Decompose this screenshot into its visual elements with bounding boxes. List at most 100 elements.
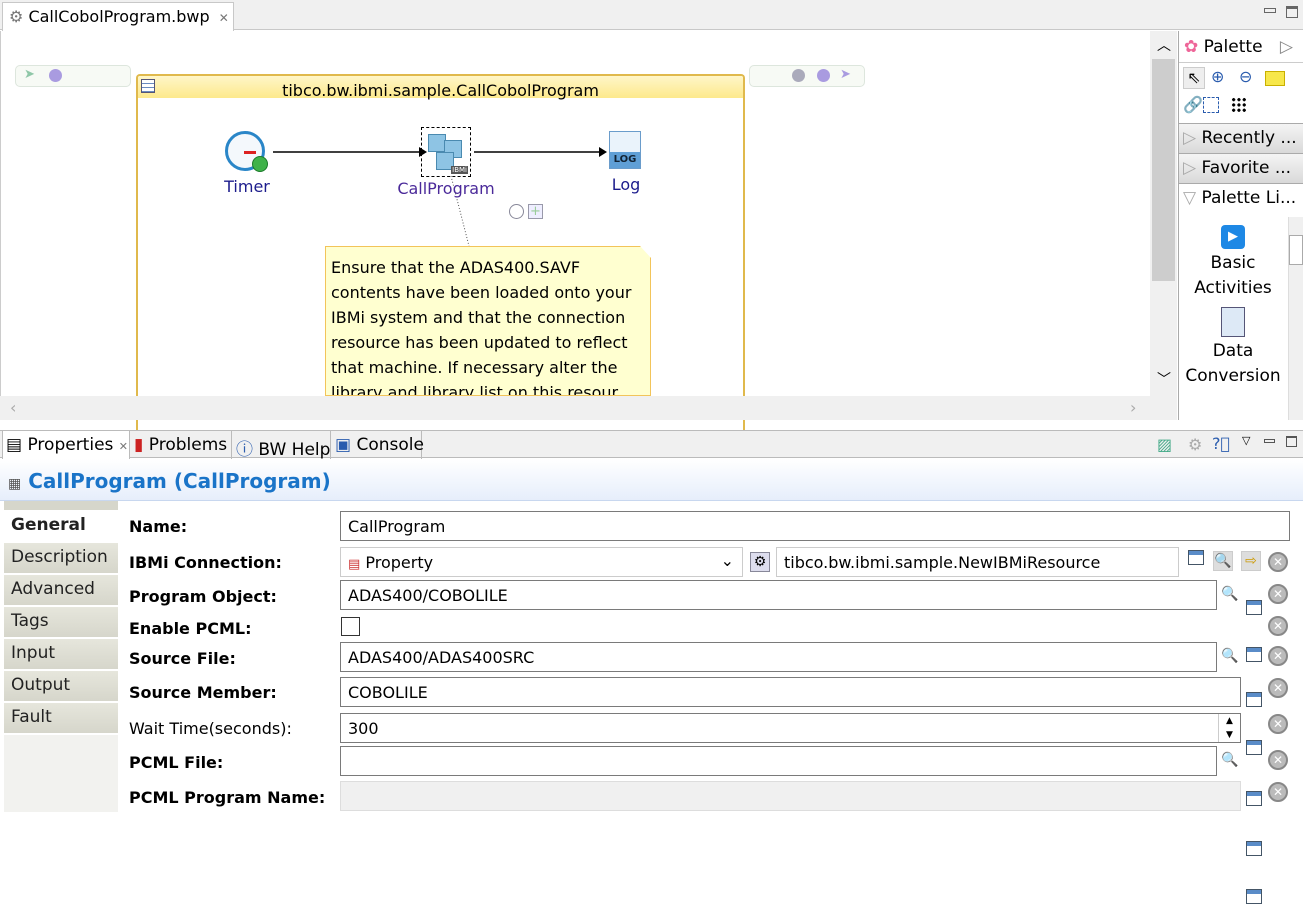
copybook-icon <box>1221 307 1245 337</box>
source-file-label: Source File: <box>129 649 236 668</box>
side-tab-description[interactable]: Description <box>4 543 118 574</box>
search-icon[interactable]: 🔍 <box>1220 584 1240 604</box>
enable-pcml-checkbox[interactable] <box>341 617 360 636</box>
tab-console[interactable]: ▣ Console <box>332 431 424 459</box>
pcml-program-name-label: PCML Program Name: <box>129 788 326 807</box>
help-icon[interactable]: ?⃝ <box>1212 434 1230 453</box>
palette-header[interactable]: ✿ Palette ▷ <box>1179 31 1303 63</box>
clear-icon[interactable]: ✕ <box>1268 714 1288 734</box>
tab-problems[interactable]: ▮ Problems <box>131 431 232 459</box>
close-icon[interactable]: ✕ <box>119 440 128 453</box>
side-tab-input[interactable]: Input <box>4 639 118 670</box>
view-tab-bar: ▤ Properties ✕ ▮ Problems ⓘ BW Help ▣ Co… <box>0 430 1303 460</box>
minimize-button[interactable] <box>1264 8 1276 13</box>
tab-label: Properties <box>27 435 114 455</box>
side-tab-general[interactable]: General <box>4 511 118 542</box>
program-object-input[interactable]: ADAS400/COBOLILE <box>340 580 1217 610</box>
scroll-up-icon[interactable]: ︿ <box>1157 35 1171 55</box>
pcml-file-label: PCML File: <box>129 753 224 772</box>
drawer-recently[interactable]: ▷ Recently ... <box>1179 123 1303 153</box>
sticky-note[interactable]: Ensure that the ADAS400.SAVF contents ha… <box>325 246 651 396</box>
view-menu-icon[interactable]: ▽ <box>1242 434 1250 447</box>
canvas-horizontal-scrollbar[interactable]: ‹ › <box>0 396 1177 420</box>
clear-icon[interactable]: ✕ <box>1268 646 1288 666</box>
wait-time-stepper[interactable]: ▲ ▼ <box>1218 714 1240 742</box>
drawer-favorite[interactable]: ▷ Favorite ... <box>1179 153 1303 183</box>
tab-bw-help[interactable]: ⓘ BW Help <box>233 431 331 460</box>
wait-time-input[interactable]: 300 <box>340 713 1241 743</box>
source-file-input[interactable]: ADAS400/ADAS400SRC <box>340 642 1217 672</box>
shared-resource-icon[interactable]: ⚙ <box>750 552 770 572</box>
bind-property-icon[interactable] <box>1246 692 1262 707</box>
bind-property-icon[interactable] <box>1246 600 1262 615</box>
clear-icon[interactable]: ✕ <box>1268 552 1288 572</box>
create-resource-icon[interactable]: ⇨ <box>1241 551 1261 571</box>
scroll-thumb[interactable] <box>1152 59 1175 281</box>
log-activity[interactable]: LOG Log <box>599 131 653 194</box>
enable-pcml-label: Enable PCML: <box>129 619 252 638</box>
tab-properties[interactable]: ▤ Properties ✕ <box>2 431 130 459</box>
clear-icon[interactable]: ✕ <box>1268 782 1288 802</box>
search-icon[interactable]: 🔍 <box>1213 551 1233 571</box>
clear-icon[interactable]: ✕ <box>1268 584 1288 604</box>
bind-property-icon[interactable] <box>1246 841 1262 856</box>
minimize-button[interactable] <box>1264 439 1275 443</box>
maximize-button[interactable] <box>1286 436 1297 447</box>
source-member-input[interactable]: COBOLILE <box>340 677 1241 707</box>
name-input[interactable]: CallProgram <box>340 511 1290 541</box>
bind-property-icon[interactable] <box>1246 740 1262 755</box>
link-icon[interactable] <box>509 204 524 219</box>
editor-tab[interactable]: ⚙ CallCobolProgram.bwp ✕ <box>2 2 234 31</box>
pcml-program-name-input <box>340 781 1241 811</box>
ibmi-cubes-icon: IBMi <box>421 127 471 177</box>
search-icon[interactable]: 🔍 <box>1220 646 1240 666</box>
clock-icon <box>225 131 268 172</box>
canvas-vertical-scrollbar[interactable]: ︿ ﹀ <box>1150 31 1177 396</box>
side-tab-output[interactable]: Output <box>4 671 118 702</box>
palette-item-label: Data Conversion <box>1185 341 1281 386</box>
clear-icon[interactable]: ✕ <box>1268 678 1288 698</box>
palette-scrollbar[interactable] <box>1288 217 1303 420</box>
properties-title: ▦ CallProgram (CallProgram) <box>0 459 1303 501</box>
side-tab-advanced[interactable]: Advanced <box>4 575 118 606</box>
scroll-left-icon[interactable]: ‹ <box>10 398 16 417</box>
connection-resource-input[interactable]: tibco.bw.ibmi.sample.NewIBMiResource <box>776 547 1179 577</box>
ibmi-activity-icon: ▦ <box>8 476 22 492</box>
grid-tool-icon[interactable] <box>1231 97 1247 113</box>
sync-icon[interactable]: ⚙ <box>1188 435 1202 454</box>
bind-property-icon[interactable] <box>1246 889 1262 904</box>
side-tab-fault[interactable]: Fault <box>4 703 118 734</box>
bind-property-icon[interactable] <box>1246 791 1262 806</box>
callprogram-activity[interactable]: IBMi CallProgram <box>391 127 501 198</box>
note-tool-icon[interactable] <box>1265 71 1285 86</box>
timer-activity[interactable]: Timer <box>215 131 279 196</box>
select-tool-icon[interactable]: ⇖ <box>1183 67 1205 89</box>
zoom-in-icon[interactable]: ⊕ <box>1211 67 1224 86</box>
pin-icon[interactable]: ▨ <box>1157 435 1172 454</box>
search-icon[interactable]: 🔍 <box>1220 750 1240 770</box>
drawer-label: Palette Li... <box>1201 188 1297 208</box>
maximize-button[interactable] <box>1286 6 1298 18</box>
add-icon[interactable]: + <box>528 204 543 219</box>
zoom-out-icon[interactable]: ⊖ <box>1239 67 1252 86</box>
marquee-tool-icon[interactable] <box>1203 97 1219 113</box>
close-icon[interactable]: ✕ <box>219 11 229 25</box>
bind-property-icon[interactable] <box>1246 647 1262 662</box>
play-icon: ▶ <box>1221 225 1245 249</box>
palette: ✿ Palette ▷ ⇖ ⊕ ⊖ 🔗 ▷ Recently ... ▷ Fav… <box>1178 31 1303 420</box>
drawer-palette-library[interactable]: ▽ Palette Li... <box>1179 183 1303 213</box>
basic-activities-item[interactable]: ▶ Basic Activities <box>1179 225 1287 301</box>
property-icon: ▤ <box>348 557 361 572</box>
pcml-file-input[interactable] <box>340 746 1217 776</box>
data-conversion-item[interactable]: Data Conversion <box>1179 307 1287 389</box>
side-tab-tags[interactable]: Tags <box>4 607 118 638</box>
clear-icon[interactable]: ✕ <box>1268 750 1288 770</box>
bind-property-icon[interactable] <box>1188 550 1204 565</box>
scroll-down-icon[interactable]: ﹀ <box>1157 369 1171 389</box>
scroll-right-icon[interactable]: › <box>1130 398 1136 417</box>
clear-icon[interactable]: ✕ <box>1268 616 1288 636</box>
collapse-icon[interactable]: ▷ <box>1280 37 1293 57</box>
connection-type-select[interactable]: ▤ Property ⌄ <box>340 547 743 577</box>
palette-title: Palette <box>1203 37 1263 57</box>
link-tool-icon[interactable]: 🔗 <box>1183 95 1203 114</box>
